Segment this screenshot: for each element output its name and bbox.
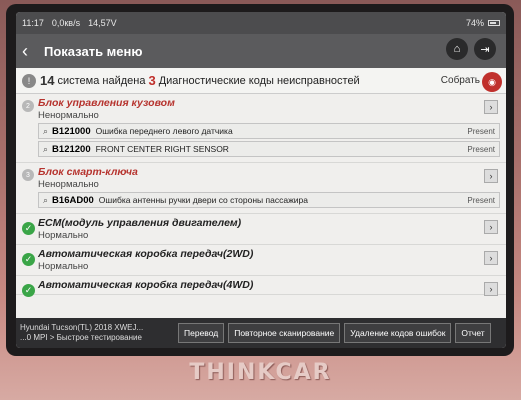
search-icon: ⌕	[43, 143, 49, 154]
brand-logo: THINKCAR	[189, 360, 332, 385]
system-status: Нормально	[38, 261, 89, 272]
header-actions: ⌂ ⇥	[446, 38, 496, 60]
system-index-badge: 2	[22, 100, 34, 112]
chevron-right-icon[interactable]: ›	[484, 251, 498, 265]
chevron-right-icon[interactable]: ›	[484, 220, 498, 234]
system-name: Блок управления кузовом	[38, 97, 175, 109]
system-name: ECM(модуль управления двигателем)	[38, 217, 242, 229]
report-button[interactable]: Отчет	[455, 323, 491, 343]
check-icon: ✓	[22, 222, 35, 235]
dtc-row[interactable]: ⌕ B121000 Ошибка переднего левого датчик…	[38, 123, 500, 139]
battery-voltage: 14,57V	[88, 18, 117, 28]
camera-icon[interactable]: ◉	[482, 72, 502, 92]
home-icon[interactable]: ⌂	[446, 38, 468, 60]
system-status: Ненормально	[38, 179, 99, 190]
system-item-ecm[interactable]: ✓ ECM(модуль управления двигателем) Норм…	[16, 214, 506, 245]
system-item-transmission-2wd[interactable]: ✓ Автоматическая коробка передач(2WD) Но…	[16, 245, 506, 276]
dtc-description: Ошибка переднего левого датчика	[95, 126, 233, 136]
system-item-smart-key[interactable]: 3 Блок смарт-ключа Ненормально › ⌕ B16AD…	[16, 163, 506, 214]
vehicle-line-1: Hyundai Tucson(TL) 2018 XWEJ...	[20, 323, 144, 332]
collect-label[interactable]: Собрать	[441, 75, 480, 86]
systems-found-text: система найдена	[57, 74, 146, 87]
bottom-toolbar: Hyundai Tucson(TL) 2018 XWEJ... ...0 MPI…	[16, 318, 506, 348]
battery-icon	[488, 20, 500, 26]
dtc-description: Ошибка антенны ручки двери со стороны па…	[98, 195, 308, 205]
vehicle-line-2: ...0 MPI > Быстрое тестирование	[20, 333, 142, 342]
device-body: 11:17 0,0кв/s 14,57V 74% ‹ Показать меню…	[0, 0, 521, 400]
chevron-right-icon[interactable]: ›	[484, 282, 498, 296]
system-name: Блок смарт-ключа	[38, 166, 138, 178]
dtc-description: FRONT CENTER RIGHT SENSOR	[95, 144, 229, 154]
clear-codes-button[interactable]: Удаление кодов ошибок	[344, 323, 452, 343]
app-header: ‹ Показать меню ⌂ ⇥	[16, 34, 506, 68]
search-icon: ⌕	[43, 194, 49, 205]
dtc-code: B121200	[52, 143, 91, 155]
system-item-body-control[interactable]: 2 Блок управления кузовом Ненормально › …	[16, 94, 506, 163]
scan-summary: ! 14 система найдена 3 Диагностические к…	[16, 68, 506, 94]
system-index-badge: 3	[22, 169, 34, 181]
dtc-count: 3	[148, 73, 156, 88]
vehicle-info: Hyundai Tucson(TL) 2018 XWEJ... ...0 MPI…	[20, 323, 174, 343]
dtc-row[interactable]: ⌕ B16AD00 Ошибка антенны ручки двери со …	[38, 192, 500, 208]
dtc-state: Present	[467, 126, 495, 136]
translate-button[interactable]: Перевод	[178, 323, 225, 343]
dtc-code: B16AD00	[52, 194, 94, 206]
dtc-state: Present	[467, 195, 495, 205]
screen: 11:17 0,0кв/s 14,57V 74% ‹ Показать меню…	[16, 12, 506, 348]
check-icon: ✓	[22, 284, 35, 297]
back-icon[interactable]: ‹	[22, 42, 40, 60]
search-icon: ⌕	[43, 125, 49, 136]
check-icon: ✓	[22, 253, 35, 266]
system-name: Автоматическая коробка передач(4WD)	[38, 279, 254, 291]
dtc-row[interactable]: ⌕ B121200 FRONT CENTER RIGHT SENSOR Pres…	[38, 141, 500, 157]
chevron-right-icon[interactable]: ›	[484, 169, 498, 183]
system-item-transmission-4wd[interactable]: ✓ Автоматическая коробка передач(4WD) ›	[16, 276, 506, 297]
chevron-right-icon[interactable]: ›	[484, 100, 498, 114]
system-status: Нормально	[38, 230, 89, 241]
battery-percent: 74%	[465, 18, 484, 28]
dtc-code: B121000	[52, 125, 91, 137]
system-list: 2 Блок управления кузовом Ненормально › …	[16, 94, 506, 297]
systems-count: 14	[40, 73, 55, 88]
dtc-text: Диагностические коды неисправностей	[158, 74, 360, 87]
system-status: Ненормально	[38, 110, 99, 121]
info-icon: !	[22, 73, 36, 88]
rescan-button[interactable]: Повторное сканирование	[228, 323, 341, 343]
page-title: Показать меню	[44, 43, 143, 59]
status-right: 74%	[466, 18, 500, 28]
status-bar: 11:17 0,0кв/s 14,57V 74%	[16, 12, 506, 34]
system-name: Автоматическая коробка передач(2WD)	[38, 248, 254, 260]
exit-icon[interactable]: ⇥	[474, 38, 496, 60]
dtc-state: Present	[467, 144, 495, 154]
network-speed: 0,0кв/s	[51, 18, 81, 28]
status-time: 11:17	[22, 18, 44, 28]
